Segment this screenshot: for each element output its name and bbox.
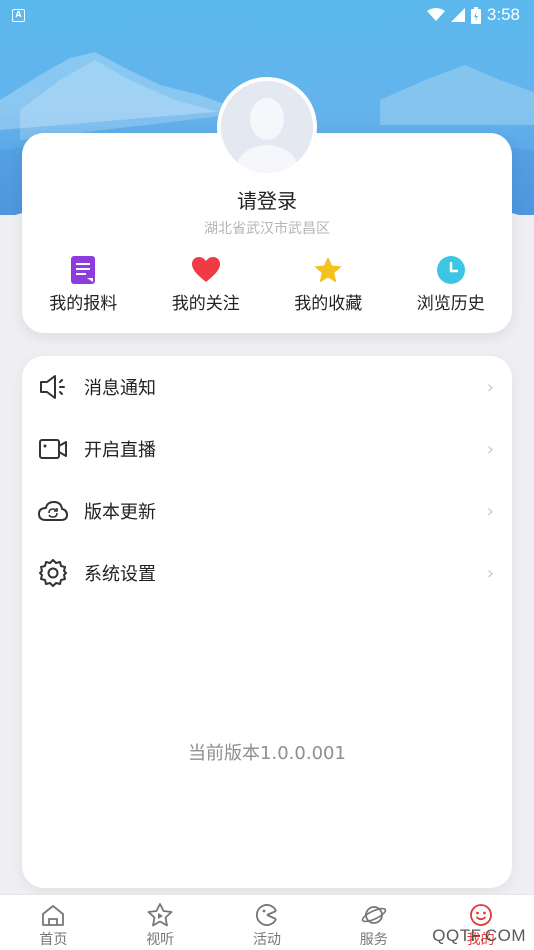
document-icon <box>69 256 97 284</box>
quick-link-label: 浏览历史 <box>416 294 485 314</box>
watermark: QQTF.COM <box>432 926 526 945</box>
quick-link-my-favorites[interactable]: 我的收藏 <box>267 256 390 314</box>
home-icon <box>40 903 66 927</box>
battery-icon <box>470 6 481 24</box>
quick-link-my-reports[interactable]: 我的报料 <box>22 256 145 314</box>
notification-badge-icon: A <box>12 8 25 22</box>
chevron-right-icon: › <box>486 562 494 584</box>
status-bar: A 3:58 <box>0 0 534 30</box>
menu-item-live-stream[interactable]: 开启直播 › <box>22 418 512 480</box>
signal-icon <box>450 8 465 22</box>
status-indicators: 3:58 <box>426 5 520 25</box>
menu-item-version-update[interactable]: 版本更新 › <box>22 480 512 542</box>
quick-link-my-follows[interactable]: 我的关注 <box>145 256 268 314</box>
menu-card: 消息通知 › 开启直播 › 版本更新 › 系统设置 › 当前版本1.0.0.00… <box>22 356 512 888</box>
menu-item-settings[interactable]: 系统设置 › <box>22 542 512 604</box>
tab-label: 首页 <box>39 932 68 948</box>
quick-link-label: 我的关注 <box>171 294 240 314</box>
video-camera-icon <box>38 434 68 464</box>
tab-services[interactable]: 服务 <box>320 895 427 950</box>
play-star-icon <box>147 903 173 927</box>
quick-links: 我的报料 我的关注 我的收藏 浏览历史 <box>22 256 512 314</box>
tab-home[interactable]: 首页 <box>0 895 107 950</box>
heart-icon <box>191 256 220 284</box>
tab-media[interactable]: 视听 <box>107 895 214 950</box>
quick-link-history[interactable]: 浏览历史 <box>390 256 513 314</box>
tab-label: 活动 <box>252 932 281 948</box>
menu-item-label: 消息通知 <box>84 378 156 399</box>
version-text: 当前版本1.0.0.001 <box>188 743 346 764</box>
chevron-right-icon: › <box>486 376 494 398</box>
gear-icon <box>38 558 68 588</box>
chevron-right-icon: › <box>486 500 494 522</box>
avatar[interactable] <box>217 77 317 177</box>
menu-item-label: 开启直播 <box>84 440 156 461</box>
activity-icon <box>254 903 280 927</box>
quick-link-label: 我的收藏 <box>294 294 363 314</box>
speaker-icon <box>38 372 68 402</box>
clock-icon <box>436 256 465 284</box>
menu-item-notifications[interactable]: 消息通知 › <box>22 356 512 418</box>
star-icon <box>314 256 342 284</box>
menu-item-label: 版本更新 <box>84 502 156 523</box>
location-text: 湖北省武汉市武昌区 <box>204 221 330 237</box>
menu-item-label: 系统设置 <box>84 564 156 585</box>
wifi-icon <box>426 8 445 21</box>
tab-label: 服务 <box>359 932 388 948</box>
planet-icon <box>361 903 387 927</box>
status-time: 3:58 <box>486 5 520 24</box>
chevron-right-icon: › <box>486 438 494 460</box>
tab-activities[interactable]: 活动 <box>214 895 321 950</box>
avatar-placeholder-icon <box>221 81 313 173</box>
login-prompt[interactable]: 请登录 <box>22 185 512 214</box>
smiley-icon <box>468 903 494 927</box>
tab-label: 视听 <box>146 932 175 948</box>
quick-link-label: 我的报料 <box>49 294 118 314</box>
cloud-refresh-icon <box>38 496 68 526</box>
